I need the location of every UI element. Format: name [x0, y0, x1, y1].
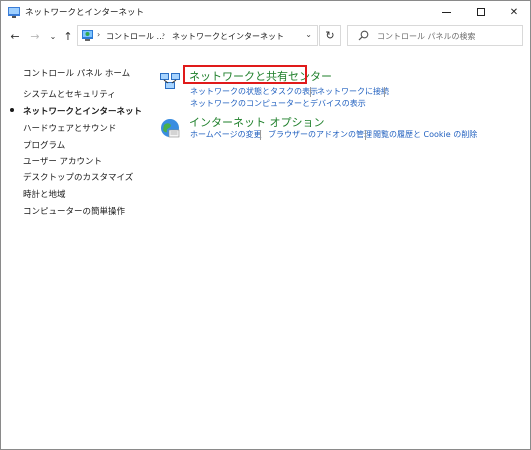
control-panel-window: ネットワークとインターネット ✕ ← → ⌄ ↑ › コントロール ... › … [0, 0, 531, 450]
window-title: ネットワークとインターネット [25, 8, 145, 18]
link-divider [365, 130, 366, 140]
breadcrumb-separator-icon[interactable]: › [264, 30, 267, 39]
sidebar-item-system-security[interactable]: システムとセキュリティ [23, 88, 116, 100]
forward-arrow-icon: → [30, 29, 40, 43]
internet-options-title[interactable]: インターネット オプション [189, 114, 325, 130]
close-icon: ✕ [509, 6, 519, 18]
chevron-down-icon: ⌄ [49, 31, 57, 41]
link-divider [310, 87, 311, 97]
refresh-button[interactable]: ↻ [319, 25, 341, 46]
minimize-button[interactable] [429, 1, 463, 23]
sidebar-item-user-accounts[interactable]: ユーザー アカウント [23, 155, 102, 167]
up-button[interactable]: ↑ [60, 27, 76, 45]
minimize-icon [441, 11, 451, 13]
control-panel-icon [82, 30, 93, 41]
sidebar-item-programs[interactable]: プログラム [23, 139, 65, 151]
search-icon [358, 30, 369, 41]
delete-browsing-history-link[interactable]: 閲覧の履歴と Cookie の削除 [373, 129, 477, 140]
view-network-status-link[interactable]: ネットワークの状態とタスクの表示 [190, 86, 318, 97]
address-history-dropdown[interactable]: ⌄ [305, 30, 312, 39]
close-button[interactable]: ✕ [497, 1, 531, 23]
view-network-computers-link[interactable]: ネットワークのコンピューターとデバイスの表示 [190, 98, 366, 109]
breadcrumb-control-panel[interactable]: コントロール ... [106, 31, 164, 42]
recent-locations-button[interactable]: ⌄ [45, 27, 61, 45]
sidebar-item-hardware-sound[interactable]: ハードウェアとサウンド [23, 122, 116, 134]
link-divider [260, 130, 261, 140]
sidebar-item-clock-region[interactable]: 時計と地域 [23, 188, 66, 200]
network-sharing-icon [160, 73, 180, 89]
current-item-bullet-icon [10, 108, 14, 112]
address-bar[interactable]: › コントロール ... › ネットワークとインターネット › ⌄ [77, 25, 318, 46]
search-placeholder: コントロール パネルの検索 [377, 32, 476, 41]
up-arrow-icon: ↑ [63, 29, 73, 43]
network-window-icon [8, 7, 20, 18]
sidebar-item-desktop-customization[interactable]: デスクトップのカスタマイズ [23, 171, 133, 183]
internet-globe-icon [161, 119, 180, 138]
maximize-icon [477, 8, 485, 16]
sidebar-item-control-panel-home[interactable]: コントロール パネル ホーム [23, 67, 130, 79]
search-input[interactable]: コントロール パネルの検索 [347, 25, 523, 46]
change-homepage-link[interactable]: ホームページの変更 [190, 129, 262, 140]
title-bar[interactable]: ネットワークとインターネット ✕ [1, 1, 530, 23]
manage-browser-addons-link[interactable]: ブラウザーのアドオンの管理 [268, 129, 372, 140]
sidebar-item-ease-of-access[interactable]: コンピューターの簡単操作 [23, 205, 125, 217]
breadcrumb-separator-icon[interactable]: › [162, 30, 165, 39]
breadcrumb-separator-icon: › [97, 30, 101, 39]
back-arrow-icon: ← [10, 29, 20, 43]
back-button[interactable]: ← [7, 27, 23, 45]
maximize-button[interactable] [464, 1, 498, 23]
sidebar-item-label: ネットワークとインターネット [23, 107, 143, 117]
sidebar-item-network-internet: ネットワークとインターネット [10, 105, 143, 117]
connect-to-network-link[interactable]: ネットワークに接続 [317, 86, 389, 97]
navigation-bar: ← → ⌄ ↑ › コントロール ... › ネットワークとインターネット › … [1, 25, 530, 47]
refresh-icon: ↻ [325, 29, 335, 42]
highlight-box [183, 65, 307, 84]
link-divider [384, 87, 385, 97]
forward-button[interactable]: → [27, 27, 43, 45]
